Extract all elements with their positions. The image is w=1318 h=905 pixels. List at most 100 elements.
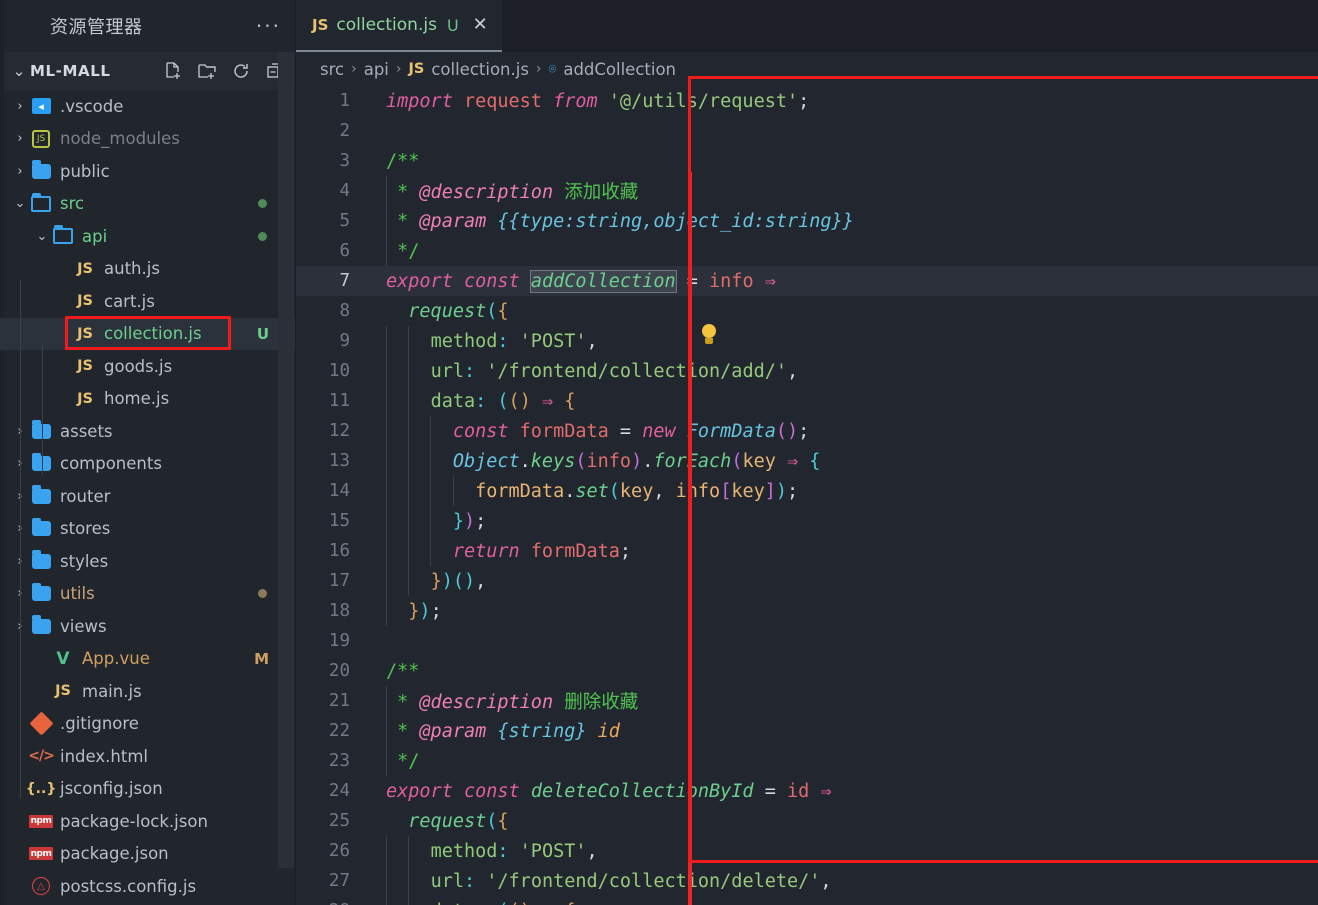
code-token: 添加收藏 xyxy=(553,182,639,203)
explorer-more-icon[interactable]: ··· xyxy=(256,16,281,36)
tree-item-label: postcss.config.js xyxy=(60,876,197,896)
tree-item-main-js[interactable]: ›JSmain.js xyxy=(0,675,295,708)
tree-item-auth-js[interactable]: ›JSauth.js xyxy=(0,253,295,286)
symbol-method-icon: ⌾ xyxy=(548,61,557,77)
code-line[interactable]: 10 url: '/frontend/collection/add/', xyxy=(296,356,1318,386)
code-line[interactable]: 17 })(), xyxy=(296,566,1318,596)
code-line[interactable]: 25 request({ xyxy=(296,806,1318,836)
line-number: 1 xyxy=(339,91,350,111)
tree-item-label: cart.js xyxy=(104,291,155,311)
tree-item-gitignore[interactable]: ›.gitignore xyxy=(0,708,295,741)
breadcrumb-item[interactable]: src xyxy=(320,60,344,79)
tree-item-views[interactable]: ›views xyxy=(0,610,295,643)
tree-item-node-modules[interactable]: › JS node_modules xyxy=(0,123,295,156)
code-line[interactable]: 26 method: 'POST', xyxy=(296,836,1318,866)
file-type-icon: JS xyxy=(74,291,96,311)
code-line[interactable]: 6 */ xyxy=(296,236,1318,266)
new-folder-icon[interactable] xyxy=(197,61,217,81)
sidebar-scrollbar[interactable] xyxy=(278,52,294,868)
tree-item-postcss-config-js[interactable]: ›△postcss.config.js xyxy=(0,870,295,903)
code-line[interactable]: 1 import request from '@/utils/request'; xyxy=(296,86,1318,116)
tree-item-styles[interactable]: ›styles xyxy=(0,545,295,578)
tree-item-cart-js[interactable]: ›JScart.js xyxy=(0,285,295,318)
code-line[interactable]: 7 export const addCollection = info ⇒ xyxy=(296,266,1318,296)
code-token: addCollection xyxy=(529,269,677,293)
tree-item-label: styles xyxy=(60,551,109,571)
tree-item-api[interactable]: ⌄ api xyxy=(0,220,295,253)
code-indent-guide xyxy=(452,476,454,506)
tree-item-utils[interactable]: ›utils xyxy=(0,578,295,611)
folder-open-icon xyxy=(53,225,73,245)
code-line[interactable]: 14 formData.set(key, info[key]); xyxy=(296,476,1318,506)
tree-item-stores[interactable]: ›stores xyxy=(0,513,295,546)
code-line[interactable]: 16 return formData; xyxy=(296,536,1318,566)
tree-item-router[interactable]: ›router xyxy=(0,480,295,513)
workspace-root-row[interactable]: ⌄ ML-MALL xyxy=(0,52,295,90)
tree-item-collection-js[interactable]: ›JScollection.jsU xyxy=(0,317,295,350)
tree-item-jsconfig-json[interactable]: ›{..}jsconfig.json xyxy=(0,773,295,806)
code-indent-guide xyxy=(430,476,432,506)
code-token: @description xyxy=(419,692,554,713)
code-token: ( xyxy=(731,450,743,472)
code-token: ( xyxy=(509,901,520,905)
breadcrumb-item[interactable]: api xyxy=(364,60,389,79)
code-line[interactable]: 28 data: (() ⇒ { xyxy=(296,896,1318,905)
code-line[interactable]: 20 /** xyxy=(296,656,1318,686)
folder-icon xyxy=(31,615,51,634)
refresh-icon[interactable] xyxy=(231,61,251,81)
code-line[interactable]: 24 export const deleteCollectionById = id… xyxy=(296,776,1318,806)
tree-item-public[interactable]: › public xyxy=(0,155,295,188)
code-line[interactable]: 4 * @description 添加收藏 xyxy=(296,176,1318,206)
breadcrumb-item[interactable]: addCollection xyxy=(563,60,676,79)
code-line-text: method: 'POST', xyxy=(372,331,598,352)
tree-item-package-json[interactable]: ›npmpackage.json xyxy=(0,838,295,871)
code-line[interactable]: 13 Object.keys(info).forEach(key ⇒ { xyxy=(296,446,1318,476)
tree-item-home-js[interactable]: ›JShome.js xyxy=(0,383,295,416)
line-number: 27 xyxy=(328,871,350,891)
code-token: : xyxy=(475,390,487,412)
code-token: @param xyxy=(419,210,487,232)
tree-item-app-vue[interactable]: ›VApp.vueM xyxy=(0,643,295,676)
code-line[interactable]: 18 }); xyxy=(296,596,1318,626)
breadcrumb-item[interactable]: collection.js xyxy=(431,60,529,79)
code-indent-guide xyxy=(430,416,432,446)
code-line[interactable]: 8 request({ xyxy=(296,296,1318,326)
tab-collection-js[interactable]: JS collection.js U ✕ xyxy=(296,0,502,52)
code-line[interactable]: 11 data: (() ⇒ { xyxy=(296,386,1318,416)
tree-item-src[interactable]: ⌄ src xyxy=(0,188,295,221)
code-line[interactable]: 2 xyxy=(296,116,1318,146)
tree-item-vscode[interactable]: › ◂ .vscode xyxy=(0,90,295,123)
code-token: . xyxy=(642,450,654,472)
new-file-icon[interactable] xyxy=(163,61,183,81)
tree-item-assets[interactable]: ›assets xyxy=(0,415,295,448)
code-indent-guide xyxy=(386,176,387,206)
code-line[interactable]: 3 /** xyxy=(296,146,1318,176)
tree-item-package-lock-json[interactable]: ›npmpackage-lock.json xyxy=(0,805,295,838)
tree-item-goods-js[interactable]: ›JSgoods.js xyxy=(0,350,295,383)
code-line[interactable]: 27 url: '/frontend/collection/delete/', xyxy=(296,866,1318,896)
tree-item-label: goods.js xyxy=(104,356,173,376)
code-line[interactable]: 22 * @param {string} id xyxy=(296,716,1318,746)
lightbulb-icon[interactable] xyxy=(700,324,718,346)
code-editor[interactable]: 1 import request from '@/utils/request'; 2… xyxy=(296,86,1318,905)
code-line[interactable]: 12 const formData = new FormData(); xyxy=(296,416,1318,446)
tree-item-components[interactable]: ›components xyxy=(0,448,295,481)
code-line[interactable]: 5 * @param {{type:string,object_id:strin… xyxy=(296,206,1318,236)
code-line[interactable]: 15 }); xyxy=(296,506,1318,536)
code-line[interactable]: 21 * @description 删除收藏 xyxy=(296,686,1318,716)
code-token: ( xyxy=(608,480,620,502)
tree-indent-guide xyxy=(42,345,43,475)
code-line[interactable]: 19 xyxy=(296,626,1318,656)
close-icon[interactable]: ✕ xyxy=(473,16,488,34)
code-line[interactable]: 23 */ xyxy=(296,746,1318,776)
code-line[interactable]: 9 method: 'POST', xyxy=(296,326,1318,356)
tree-item-index-html[interactable]: ›</>index.html xyxy=(0,740,295,773)
